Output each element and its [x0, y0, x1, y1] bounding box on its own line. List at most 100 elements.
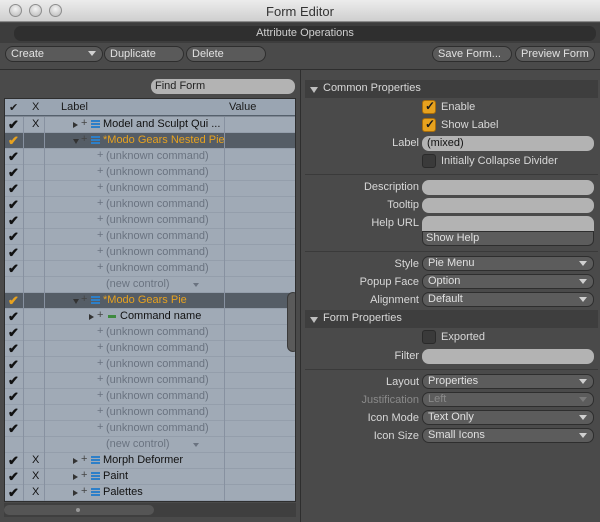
enabled-check-icon[interactable]: ✔: [8, 453, 19, 469]
collapsed-triangle-icon[interactable]: [73, 122, 78, 128]
tree-row[interactable]: ✔ + (unknown command): [5, 213, 295, 229]
enabled-check-icon[interactable]: ✔: [8, 293, 19, 309]
add-icon[interactable]: +: [97, 389, 103, 401]
exported-checkbox[interactable]: [422, 330, 436, 344]
add-icon[interactable]: +: [81, 453, 87, 465]
enabled-check-icon[interactable]: ✔: [8, 469, 19, 485]
column-header-value[interactable]: Value: [229, 101, 256, 113]
add-icon[interactable]: +: [97, 245, 103, 257]
help-url-input[interactable]: [422, 216, 594, 231]
common-properties-header[interactable]: Common Properties: [305, 80, 598, 98]
tree-row[interactable]: ✔ + (unknown command): [5, 405, 295, 421]
filter-input[interactable]: [422, 349, 594, 364]
tree-row[interactable]: (new control): [5, 437, 295, 453]
tree-row[interactable]: ✔ + (unknown command): [5, 229, 295, 245]
initially-collapse-checkbox[interactable]: [422, 154, 436, 168]
layout-dropdown[interactable]: Properties: [422, 374, 594, 389]
new-control-label[interactable]: (new control): [106, 438, 170, 450]
add-icon[interactable]: +: [97, 325, 103, 337]
add-icon[interactable]: +: [97, 421, 103, 433]
add-icon[interactable]: +: [97, 341, 103, 353]
tree-row[interactable]: ✔ + Command name: [5, 309, 295, 325]
vertical-scrollbar[interactable]: [287, 292, 295, 352]
icon-mode-dropdown[interactable]: Text Only: [422, 410, 594, 425]
label-input[interactable]: (mixed): [422, 136, 594, 151]
tree-row[interactable]: ✔ + (unknown command): [5, 181, 295, 197]
enabled-check-icon[interactable]: ✔: [8, 181, 19, 197]
tree-row[interactable]: ✔ + *Modo Gears Pie: [5, 293, 295, 309]
add-icon[interactable]: +: [97, 261, 103, 273]
add-icon[interactable]: +: [81, 469, 87, 481]
tree-row[interactable]: ✔ X + Model and Sculpt Qui ...: [5, 117, 295, 133]
form-properties-header[interactable]: Form Properties: [305, 310, 598, 328]
enabled-check-icon[interactable]: ✔: [8, 485, 19, 501]
description-input[interactable]: [422, 180, 594, 195]
delete-button[interactable]: Delete: [186, 46, 266, 62]
create-dropdown[interactable]: Create: [5, 46, 103, 62]
enabled-check-icon[interactable]: ✔: [8, 213, 19, 229]
add-icon[interactable]: +: [97, 405, 103, 417]
exclude-mark[interactable]: X: [32, 470, 39, 482]
enabled-check-icon[interactable]: ✔: [8, 405, 19, 421]
enabled-check-icon[interactable]: ✔: [8, 325, 19, 341]
column-header-label[interactable]: Label: [61, 101, 88, 113]
chevron-down-icon[interactable]: [193, 283, 199, 287]
enable-checkbox[interactable]: [422, 99, 436, 114]
tree-row[interactable]: ✔ + (unknown command): [5, 357, 295, 373]
add-icon[interactable]: +: [97, 149, 103, 161]
enabled-check-icon[interactable]: ✔: [8, 421, 19, 437]
form-tree[interactable]: ✔ X Label Value ✔ X + Model and Sculpt Qui …: [4, 98, 296, 502]
enabled-check-icon[interactable]: ✔: [8, 357, 19, 373]
enabled-check-icon[interactable]: ✔: [8, 165, 19, 181]
tooltip-input[interactable]: [422, 198, 594, 213]
new-control-label[interactable]: (new control): [106, 278, 170, 290]
alignment-dropdown[interactable]: Default: [422, 292, 594, 307]
collapsed-triangle-icon[interactable]: [73, 458, 78, 464]
collapsed-triangle-icon[interactable]: [89, 314, 94, 320]
chevron-down-icon[interactable]: [193, 443, 199, 447]
duplicate-button[interactable]: Duplicate: [104, 46, 184, 62]
enabled-check-icon[interactable]: ✔: [8, 245, 19, 261]
add-icon[interactable]: +: [97, 309, 103, 321]
enabled-check-icon[interactable]: ✔: [8, 389, 19, 405]
exclude-mark[interactable]: X: [32, 118, 39, 130]
add-icon[interactable]: +: [81, 293, 87, 305]
popup-face-dropdown[interactable]: Option: [422, 274, 594, 289]
show-label-checkbox[interactable]: [422, 117, 436, 132]
enabled-check-icon[interactable]: ✔: [8, 261, 19, 277]
tree-row[interactable]: ✔ + (unknown command): [5, 389, 295, 405]
add-icon[interactable]: +: [97, 181, 103, 193]
horizontal-scrollbar[interactable]: [4, 503, 296, 517]
enabled-check-icon[interactable]: ✔: [8, 229, 19, 245]
exclude-mark[interactable]: X: [32, 454, 39, 466]
icon-size-dropdown[interactable]: Small Icons: [422, 428, 594, 443]
enabled-check-icon[interactable]: ✔: [8, 341, 19, 357]
add-icon[interactable]: +: [81, 117, 87, 129]
add-icon[interactable]: +: [97, 165, 103, 177]
enabled-check-icon[interactable]: ✔: [8, 373, 19, 389]
add-icon[interactable]: +: [97, 197, 103, 209]
enabled-check-icon[interactable]: ✔: [8, 133, 19, 149]
tree-row[interactable]: ✔ + (unknown command): [5, 197, 295, 213]
tree-row[interactable]: ✔ X + Palettes: [5, 485, 295, 501]
enabled-check-icon[interactable]: ✔: [8, 197, 19, 213]
tree-row[interactable]: ✔ + (unknown command): [5, 245, 295, 261]
column-header-x[interactable]: X: [32, 101, 39, 113]
add-icon[interactable]: +: [97, 373, 103, 385]
tree-row[interactable]: ✔ X + Morph Deformer: [5, 453, 295, 469]
tree-row[interactable]: ✔ X + Paint: [5, 469, 295, 485]
find-form-field[interactable]: Find Form: [151, 79, 295, 94]
tree-row[interactable]: ✔ + (unknown command): [5, 373, 295, 389]
add-icon[interactable]: +: [97, 213, 103, 225]
tree-row[interactable]: ✔ + (unknown command): [5, 341, 295, 357]
expanded-triangle-icon[interactable]: [73, 299, 79, 304]
exclude-mark[interactable]: X: [32, 486, 39, 498]
add-icon[interactable]: +: [81, 133, 87, 145]
tree-row[interactable]: ✔ + (unknown command): [5, 165, 295, 181]
attribute-operations-label[interactable]: Attribute Operations: [14, 26, 596, 41]
preview-form-button[interactable]: Preview Form: [515, 46, 595, 62]
enabled-check-icon[interactable]: ✔: [8, 117, 19, 133]
show-help-button[interactable]: Show Help: [422, 231, 594, 246]
tree-row[interactable]: ✔ + (unknown command): [5, 421, 295, 437]
collapsed-triangle-icon[interactable]: [73, 474, 78, 480]
